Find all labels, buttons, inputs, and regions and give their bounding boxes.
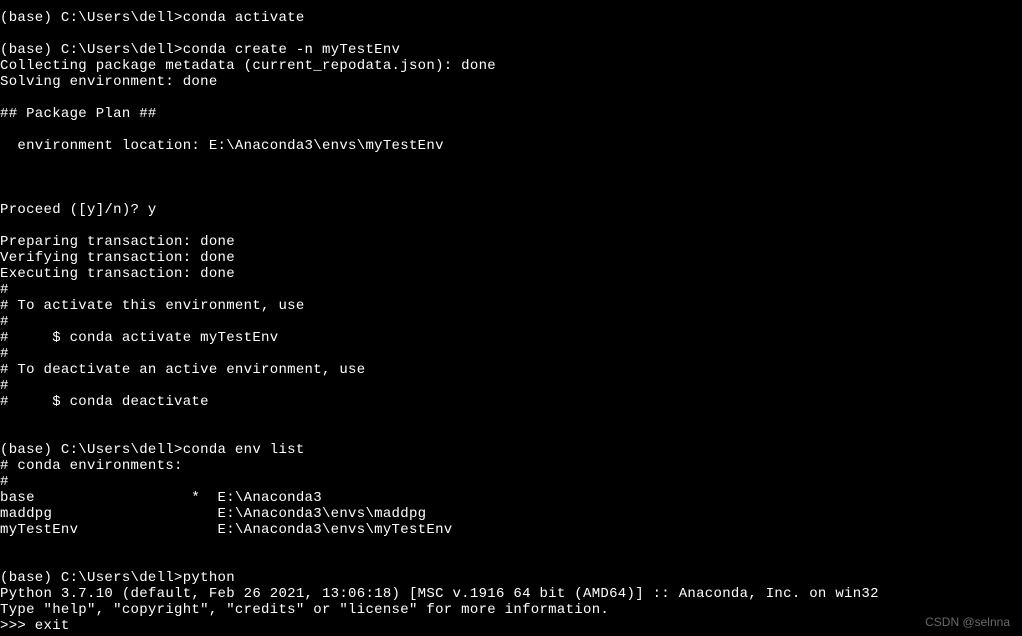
terminal-line — [0, 170, 1022, 186]
terminal-line: Proceed ([y]/n)? y — [0, 202, 1022, 218]
terminal-line: (base) C:\Users\dell>conda env list — [0, 442, 1022, 458]
terminal-line: # To activate this environment, use — [0, 298, 1022, 314]
terminal-line — [0, 410, 1022, 426]
terminal-line — [0, 186, 1022, 202]
terminal-line — [0, 122, 1022, 138]
terminal-line: # $ conda activate myTestEnv — [0, 330, 1022, 346]
terminal-line — [0, 26, 1022, 42]
terminal-line: Solving environment: done — [0, 74, 1022, 90]
terminal-line: Executing transaction: done — [0, 266, 1022, 282]
terminal-line: Verifying transaction: done — [0, 250, 1022, 266]
terminal-line — [0, 218, 1022, 234]
terminal-output[interactable]: (base) C:\Users\dell>conda activate (base… — [0, 10, 1022, 634]
terminal-line: (base) C:\Users\dell>conda create -n myT… — [0, 42, 1022, 58]
terminal-line: # — [0, 474, 1022, 490]
terminal-line: Type "help", "copyright", "credits" or "… — [0, 602, 1022, 618]
terminal-line — [0, 90, 1022, 106]
terminal-line: >>> exit — [0, 618, 1022, 634]
terminal-line: myTestEnv E:\Anaconda3\envs\myTestEnv — [0, 522, 1022, 538]
terminal-line: Python 3.7.10 (default, Feb 26 2021, 13:… — [0, 586, 1022, 602]
terminal-line: # $ conda deactivate — [0, 394, 1022, 410]
terminal-line: (base) C:\Users\dell>python — [0, 570, 1022, 586]
terminal-line: # — [0, 282, 1022, 298]
terminal-line — [0, 554, 1022, 570]
terminal-line — [0, 538, 1022, 554]
terminal-line — [0, 154, 1022, 170]
terminal-line: # conda environments: — [0, 458, 1022, 474]
terminal-line: Collecting package metadata (current_rep… — [0, 58, 1022, 74]
terminal-line — [0, 426, 1022, 442]
terminal-line: (base) C:\Users\dell>conda activate — [0, 10, 1022, 26]
terminal-line: maddpg E:\Anaconda3\envs\maddpg — [0, 506, 1022, 522]
terminal-line: # — [0, 378, 1022, 394]
terminal-line: environment location: E:\Anaconda3\envs\… — [0, 138, 1022, 154]
terminal-line: base * E:\Anaconda3 — [0, 490, 1022, 506]
terminal-line: # — [0, 314, 1022, 330]
terminal-line: # — [0, 346, 1022, 362]
terminal-line: Preparing transaction: done — [0, 234, 1022, 250]
watermark-text: CSDN @selnna — [925, 614, 1010, 630]
terminal-line: ## Package Plan ## — [0, 106, 1022, 122]
terminal-line: # To deactivate an active environment, u… — [0, 362, 1022, 378]
